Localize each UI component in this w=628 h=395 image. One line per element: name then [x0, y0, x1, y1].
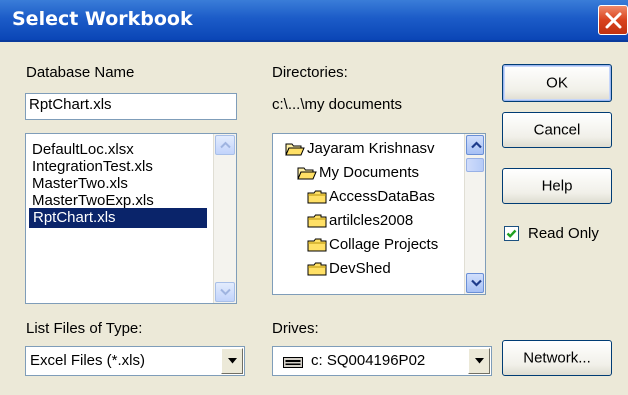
directory-item-label: Collage Projects: [329, 236, 439, 253]
ok-button-label: OK: [546, 74, 568, 92]
file-list-scrollbar[interactable]: [213, 134, 236, 303]
chevron-down-icon: [220, 288, 231, 296]
directory-tree[interactable]: Jayaram Krishnasv My Documents AccessDataB…: [272, 133, 486, 295]
file-type-dropdown-button[interactable]: [221, 348, 243, 374]
directory-item-label: DevShed: [329, 260, 391, 277]
read-only-checkbox[interactable]: [504, 226, 519, 241]
directory-item-label: My Documents: [319, 164, 420, 181]
checkmark-icon: [506, 229, 517, 238]
database-name-input[interactable]: RptChart.xls: [25, 93, 237, 120]
scroll-up-button[interactable]: [215, 135, 235, 155]
dir-scroll-down-button[interactable]: [466, 273, 484, 293]
cancel-button-label: Cancel: [533, 121, 581, 139]
read-only-label[interactable]: Read Only: [528, 225, 599, 242]
drives-value: c: SQ004196P02: [311, 352, 426, 369]
directory-item-label: artilcles2008: [329, 212, 414, 229]
dir-scroll-thumb[interactable]: [466, 158, 484, 172]
file-type-select[interactable]: Excel Files (*.xls): [25, 346, 245, 376]
drives-select[interactable]: c: SQ004196P02: [272, 346, 492, 376]
directory-scrollbar[interactable]: [464, 134, 485, 294]
database-name-label: Database Name: [26, 64, 135, 81]
chevron-down-icon: [471, 279, 482, 287]
close-button[interactable]: [598, 5, 628, 35]
window-title: Select Workbook: [12, 8, 193, 30]
scroll-down-button[interactable]: [215, 282, 235, 302]
cancel-button[interactable]: Cancel: [502, 112, 612, 148]
help-button[interactable]: Help: [502, 168, 612, 204]
title-bar: Select Workbook: [0, 0, 628, 42]
drive-icon: [283, 357, 303, 368]
drives-label: Drives:: [272, 320, 319, 337]
network-button[interactable]: Network...: [502, 340, 612, 376]
directories-label: Directories:: [272, 64, 348, 81]
directory-item-label: AccessDataBas: [329, 188, 435, 205]
file-type-label: List Files of Type:: [26, 320, 143, 337]
help-button-label: Help: [541, 177, 573, 195]
current-path: c:\...\my documents: [272, 96, 403, 113]
dir-scroll-up-button[interactable]: [466, 135, 484, 155]
chevron-up-icon: [220, 141, 231, 149]
network-button-label: Network...: [523, 349, 591, 367]
close-icon: [605, 12, 622, 29]
file-listbox[interactable]: DefaultLoc.xlsx IntegrationTest.xls Master…: [25, 133, 237, 304]
dropdown-arrow-icon: [228, 358, 237, 364]
dropdown-arrow-icon: [475, 358, 484, 364]
directory-item-label: Jayaram Krishnasv: [307, 140, 435, 157]
chevron-up-icon: [471, 141, 482, 149]
file-type-value: Excel Files (*.xls): [30, 352, 146, 369]
drives-dropdown-button[interactable]: [468, 348, 490, 374]
ok-button[interactable]: OK: [502, 64, 612, 102]
file-list-item[interactable]: RptChart.xls: [29, 208, 207, 228]
